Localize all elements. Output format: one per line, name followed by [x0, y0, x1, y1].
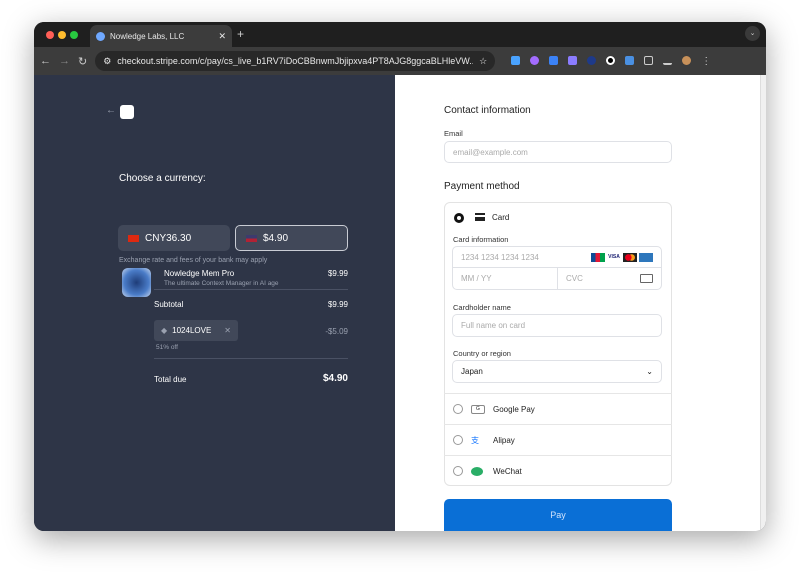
exchange-note: Exchange rate and fees of your bank may …	[119, 257, 268, 264]
site-favicon-icon	[96, 31, 105, 41]
payment-method-heading: Payment method	[444, 181, 520, 192]
china-flag-icon	[128, 234, 139, 242]
card-number-input[interactable]: 1234 1234 1234 1234 VISA	[452, 246, 662, 268]
google-pay-icon: G	[471, 404, 485, 414]
menu-icon[interactable]: ⋮	[701, 56, 711, 67]
address-bar[interactable]: ⚙ checkout.stripe.com/c/pay/cs_live_b1RV…	[95, 51, 496, 71]
extension-icon[interactable]	[511, 55, 521, 65]
extension-icon[interactable]	[549, 55, 559, 65]
extension-icon[interactable]	[568, 55, 578, 65]
tag-icon: ◆	[161, 326, 168, 335]
profile-avatar[interactable]	[682, 55, 692, 65]
card-option-label[interactable]: Card	[492, 213, 509, 222]
tab-bar: Nowledge Labs, LLC ✕ + ⌄	[34, 22, 766, 47]
download-icon[interactable]	[663, 56, 673, 65]
currency-label: CNY36.30	[145, 232, 192, 244]
divider	[154, 358, 348, 359]
wechat-icon	[471, 466, 483, 476]
extension-icon[interactable]	[625, 55, 635, 65]
total-label: Total due	[154, 375, 187, 384]
url-text: checkout.stripe.com/c/pay/cs_live_b1RV7i…	[117, 56, 474, 66]
product-image	[122, 268, 151, 297]
browser-tab[interactable]: Nowledge Labs, LLC ✕	[90, 25, 232, 47]
product-price: $9.99	[327, 269, 348, 278]
extensions: ⋮	[511, 55, 711, 67]
visa-icon: VISA	[607, 252, 621, 262]
cardholder-input[interactable]: Full name on card	[452, 314, 662, 337]
extension-icon[interactable]	[530, 55, 540, 65]
puzzle-extensions-icon[interactable]	[644, 55, 654, 65]
country-label: Country or region	[453, 349, 511, 358]
product-name: Nowledge Mem Pro	[164, 269, 235, 278]
tab-search-button[interactable]: ⌄	[745, 26, 760, 41]
currency-option-usd[interactable]: $4.90	[235, 225, 348, 251]
pay-button[interactable]: Pay	[444, 499, 672, 531]
maximize-window-button[interactable]	[70, 31, 78, 39]
back-icon[interactable]: ←	[40, 55, 51, 67]
other-methods: G Google Pay 支 Alipay WeChat	[444, 393, 672, 486]
product-description: The ultimate Context Manager in AI age	[164, 280, 279, 287]
alipay-option[interactable]: 支 Alipay	[444, 424, 672, 455]
currency-label: $4.90	[263, 232, 289, 244]
country-value: Japan	[461, 367, 483, 376]
subtotal-value: $9.99	[327, 300, 348, 309]
email-label: Email	[444, 129, 463, 138]
toolbar: ← → ↻ ⚙ checkout.stripe.com/c/pay/cs_liv…	[34, 47, 766, 75]
card-info-label: Card information	[453, 235, 509, 244]
reload-icon[interactable]: ↻	[78, 55, 87, 68]
site-info-icon[interactable]: ⚙	[103, 56, 111, 67]
currency-option-cny[interactable]: CNY36.30	[118, 225, 230, 251]
promo-code: 1024LOVE	[172, 326, 212, 335]
currency-heading: Choose a currency:	[119, 173, 206, 184]
tab-title: Nowledge Labs, LLC	[110, 31, 185, 41]
merchant-logo	[120, 105, 134, 119]
amex-icon	[639, 252, 653, 262]
option-label: WeChat	[493, 466, 522, 476]
wechat-option[interactable]: WeChat	[444, 455, 672, 486]
contact-heading: Contact information	[444, 105, 531, 116]
chevron-down-icon: ⌄	[646, 367, 653, 376]
mastercard-icon	[623, 252, 637, 262]
cardholder-label: Cardholder name	[453, 303, 511, 312]
email-input[interactable]: email@example.com	[444, 141, 672, 163]
scrollbar[interactable]	[760, 75, 766, 531]
alipay-icon: 支	[471, 435, 479, 445]
close-window-button[interactable]	[46, 31, 54, 39]
promo-code-chip: ◆ 1024LOVE ✕	[154, 320, 238, 341]
divider	[154, 289, 348, 290]
cvc-placeholder: CVC	[566, 274, 583, 283]
google-pay-option[interactable]: G Google Pay	[444, 393, 672, 424]
option-label: Google Pay	[493, 404, 535, 414]
card-number-placeholder: 1234 1234 1234 1234	[461, 252, 539, 262]
search-extension-icon[interactable]	[587, 55, 597, 65]
bookmark-star-icon[interactable]: ☆	[479, 56, 487, 67]
total-value: $4.90	[322, 373, 348, 384]
radio[interactable]	[453, 435, 463, 445]
card-icon	[475, 213, 485, 221]
discount-amount: -$5.09	[325, 327, 348, 336]
subtotal-label: Subtotal	[154, 300, 184, 309]
minimize-window-button[interactable]	[58, 31, 66, 39]
order-summary-panel: ← Choose a currency: CNY36.30 $4.90 Exch…	[34, 75, 395, 531]
extension-icon[interactable]	[606, 55, 616, 65]
back-arrow-icon[interactable]: ←	[106, 105, 116, 116]
radio[interactable]	[453, 404, 463, 414]
cvc-card-icon	[640, 274, 653, 283]
forward-icon[interactable]: →	[59, 55, 70, 67]
close-tab-icon[interactable]: ✕	[218, 31, 226, 42]
expiry-input[interactable]: MM / YY	[452, 267, 558, 290]
country-select[interactable]: Japan ⌄	[452, 360, 662, 383]
radio[interactable]	[453, 466, 463, 476]
remove-promo-icon[interactable]: ✕	[224, 326, 231, 335]
jcb-icon	[591, 252, 605, 262]
option-label: Alipay	[493, 435, 515, 445]
new-tab-button[interactable]: +	[237, 27, 244, 41]
discount-note: 51% off	[156, 344, 178, 351]
card-radio-selected[interactable]	[454, 213, 464, 223]
us-flag-icon	[246, 234, 257, 242]
cvc-input[interactable]: CVC	[557, 267, 662, 290]
